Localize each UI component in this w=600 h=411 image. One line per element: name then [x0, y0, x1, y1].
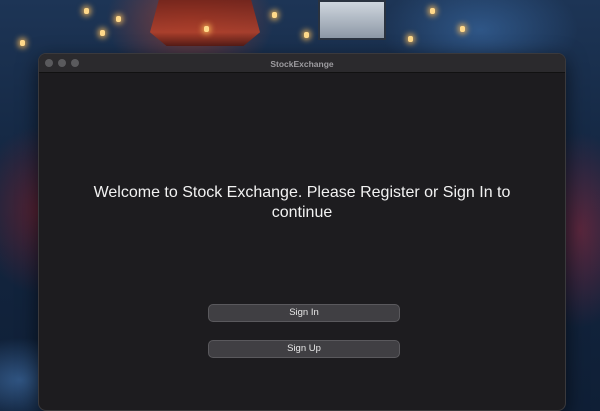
wallpaper-lantern	[304, 32, 309, 38]
app-window: StockExchange Welcome to Stock Exchange.…	[38, 53, 566, 411]
wallpaper-lantern	[100, 30, 105, 36]
wallpaper-pagoda-roof	[150, 0, 260, 46]
wallpaper-lantern	[116, 16, 121, 22]
wallpaper-lantern	[20, 40, 25, 46]
window-titlebar[interactable]: StockExchange	[39, 54, 565, 73]
minimize-window-button[interactable]	[58, 59, 66, 67]
wallpaper-lantern	[408, 36, 413, 42]
zoom-window-button[interactable]	[71, 59, 79, 67]
wallpaper-lantern	[430, 8, 435, 14]
wallpaper-lantern	[84, 8, 89, 14]
wallpaper-lantern	[460, 26, 465, 32]
welcome-message: Welcome to Stock Exchange. Please Regist…	[93, 184, 511, 221]
wallpaper-picture-frame	[318, 0, 386, 40]
sign-up-button[interactable]: Sign Up	[208, 340, 400, 358]
wallpaper-lantern	[204, 26, 209, 32]
close-window-button[interactable]	[45, 59, 53, 67]
desktop-wallpaper: StockExchange Welcome to Stock Exchange.…	[0, 0, 600, 411]
sign-in-button[interactable]: Sign In	[208, 304, 400, 322]
window-title: StockExchange	[270, 59, 334, 69]
wallpaper-lantern	[272, 12, 277, 18]
main-content: Welcome to Stock Exchange. Please Regist…	[39, 73, 565, 410]
